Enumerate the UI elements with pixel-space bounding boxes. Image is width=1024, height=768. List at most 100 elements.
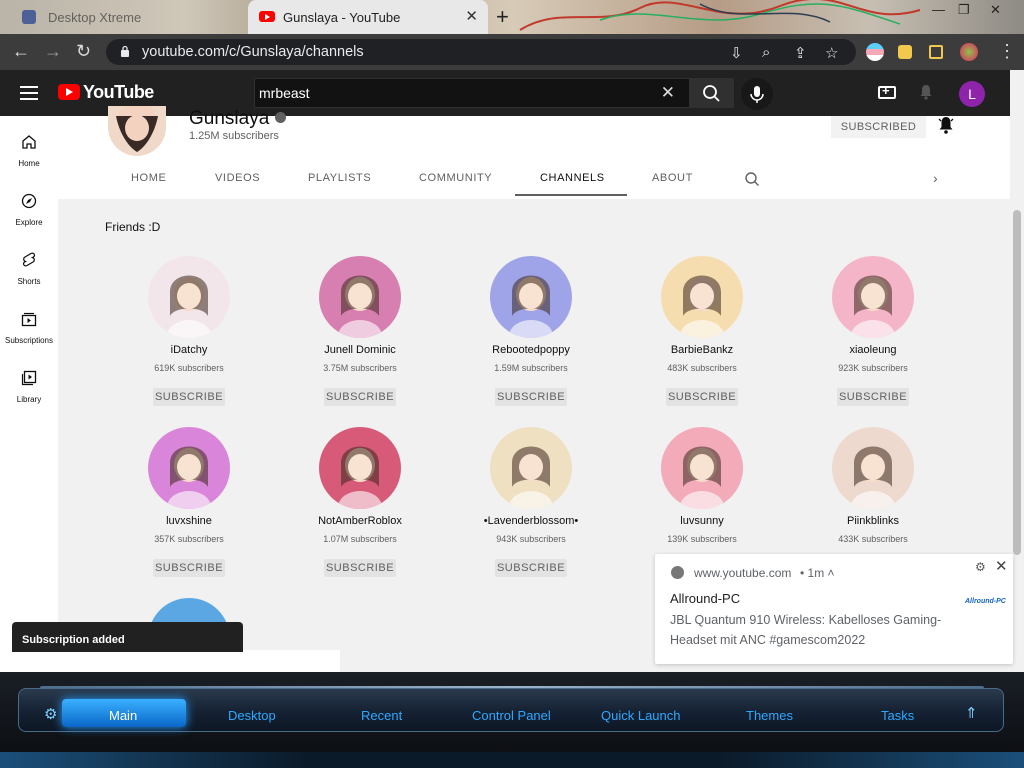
library-icon [21,370,37,386]
avatar-art [680,446,724,509]
subscribe-button[interactable]: SUBSCRIBE [324,388,396,406]
hamburger-menu-icon[interactable] [20,86,38,100]
channel-card-name[interactable]: Rebootedpoppy [456,344,606,356]
channel-card-avatar[interactable] [661,427,743,509]
channel-card-name[interactable]: Junell Dominic [285,344,435,356]
taskbar-item-main[interactable]: Main [109,708,137,723]
tab-videos[interactable]: VIDEOS [215,172,260,184]
taskbar-item-control-panel[interactable]: Control Panel [472,708,551,723]
tab-desktop-xtreme[interactable]: Desktop Xtreme [0,0,248,34]
back-icon[interactable]: ← [12,41,30,62]
extensions-puzzle-icon[interactable] [898,45,912,59]
create-video-icon[interactable] [878,83,896,99]
taskbar-item-recent[interactable]: Recent [361,708,402,723]
channel-card-avatar[interactable] [832,256,914,338]
subscribe-button[interactable]: SUBSCRIBE [153,388,225,406]
youtube-logo-icon[interactable] [58,84,80,100]
shorts-icon [23,252,35,267]
zoom-icon[interactable]: ⌕ [762,44,770,61]
channel-card-avatar[interactable] [319,256,401,338]
taskbar-settings-icon[interactable]: ⚙ [44,705,57,723]
notification-brand-logo: Allround-PC [965,598,1006,605]
subscribed-button[interactable]: SUBSCRIBED [831,116,926,138]
subscribe-button[interactable]: SUBSCRIBE [324,559,396,577]
side-panel-icon[interactable] [929,45,943,59]
address-bar[interactable]: youtube.com/c/Gunslaya/channels ⇩ ⌕ ⇪ ☆ [106,39,856,65]
profile-avatar[interactable] [960,43,978,61]
mini-guide-sidebar: Home Explore Shorts Subscriptions Librar… [0,116,58,672]
channel-card-avatar[interactable] [148,427,230,509]
sidebar-item-home[interactable]: Home [0,134,58,168]
channel-card-name[interactable]: xiaoleung [798,344,948,356]
minimize-icon[interactable]: — [932,2,945,17]
channel-card-avatar[interactable] [832,427,914,509]
clear-search-icon[interactable]: ✕ [661,83,675,103]
search-input[interactable] [259,83,639,103]
taskbar-item-tasks[interactable]: Tasks [881,708,914,723]
taskbar-item-themes[interactable]: Themes [746,708,793,723]
subscribe-button[interactable]: SUBSCRIBE [666,388,738,406]
install-app-icon[interactable]: ⇩ [730,44,743,62]
taskbar-item-quick-launch[interactable]: Quick Launch [601,708,681,723]
sidebar-item-label: Subscriptions [4,336,54,345]
browser-menu-icon[interactable]: ⋮ [998,41,1016,62]
sidebar-item-label: Home [18,159,40,168]
channel-card-name[interactable]: •Lavenderblossom• [456,515,606,527]
tab-channels[interactable]: CHANNELS [540,172,605,184]
notification-close-icon[interactable]: ✕ [995,557,1008,575]
notification-bell-filled-icon[interactable] [938,116,954,134]
youtube-logo-text[interactable]: YouTube [83,82,154,103]
search-button[interactable] [690,78,734,108]
channel-card-avatar[interactable] [490,256,572,338]
channel-card-avatar[interactable] [148,256,230,338]
sidebar-item-shorts[interactable]: Shorts [0,252,58,286]
channel-header: Gunslaya 1.25M subscribers SUBSCRIBED HO… [58,106,1010,199]
notification-settings-icon[interactable]: ⚙ [975,560,986,574]
forward-icon[interactable]: → [44,41,62,62]
subscribe-button[interactable]: SUBSCRIBE [495,559,567,577]
extension-flag-icon[interactable] [866,43,884,61]
tab-about[interactable]: ABOUT [652,172,693,184]
channel-card-avatar[interactable] [319,427,401,509]
sidebar-item-explore[interactable]: Explore [0,193,58,227]
notifications-bell-icon[interactable] [918,84,934,100]
push-notification[interactable]: www.youtube.com • 1m ˄ ⚙ ✕ Allround-PC J… [655,554,1013,664]
search-box[interactable]: ✕ [254,78,690,108]
account-avatar[interactable]: L [959,81,985,107]
channel-search-icon[interactable] [744,171,760,187]
bookmark-star-icon[interactable]: ☆ [825,44,838,62]
channel-card-name[interactable]: Piinkblinks [798,515,948,527]
explore-icon [21,193,37,209]
taskbar-expand-icon[interactable]: ⇑ [965,704,978,722]
channel-card-name[interactable]: NotAmberRoblox [285,515,435,527]
channel-card-name[interactable]: BarbieBankz [627,344,777,356]
close-tab-icon[interactable]: ✕ [465,7,478,25]
scrollbar-thumb[interactable] [1013,210,1021,555]
subscribe-button[interactable]: SUBSCRIBE [837,388,909,406]
restore-icon[interactable]: ❐ [958,2,970,18]
sidebar-item-label: Explore [15,218,43,227]
channel-avatar[interactable] [108,106,166,156]
subscribe-button[interactable]: SUBSCRIBE [153,559,225,577]
share-icon[interactable]: ⇪ [794,44,807,62]
channel-card-avatar[interactable] [490,427,572,509]
tab-community[interactable]: COMMUNITY [419,172,492,184]
tab-gunslaya-youtube[interactable]: Gunslaya - YouTube ✕ [248,0,488,34]
reload-icon[interactable]: ↻ [76,41,91,62]
close-window-icon[interactable]: ✕ [990,2,1001,18]
channel-card-name[interactable]: iDatchy [114,344,264,356]
sidebar-item-library[interactable]: Library [0,370,58,404]
sidebar-item-label: Library [16,395,42,404]
voice-search-button[interactable] [741,78,773,110]
tab-playlists[interactable]: PLAYLISTS [308,172,371,184]
new-tab-icon[interactable]: + [496,4,509,30]
chevron-right-icon[interactable]: › [933,170,938,186]
taskbar-item-desktop[interactable]: Desktop [228,708,276,723]
channel-card-avatar[interactable] [661,256,743,338]
channel-card-name[interactable]: luvxshine [114,515,264,527]
tab-home[interactable]: HOME [131,172,166,184]
taskbar: ⚙ Main Desktop Recent Control Panel Quic… [0,672,1024,768]
subscribe-button[interactable]: SUBSCRIBE [495,388,567,406]
channel-card-name[interactable]: luvsunny [627,515,777,527]
sidebar-item-subscriptions[interactable]: Subscriptions [0,311,58,345]
